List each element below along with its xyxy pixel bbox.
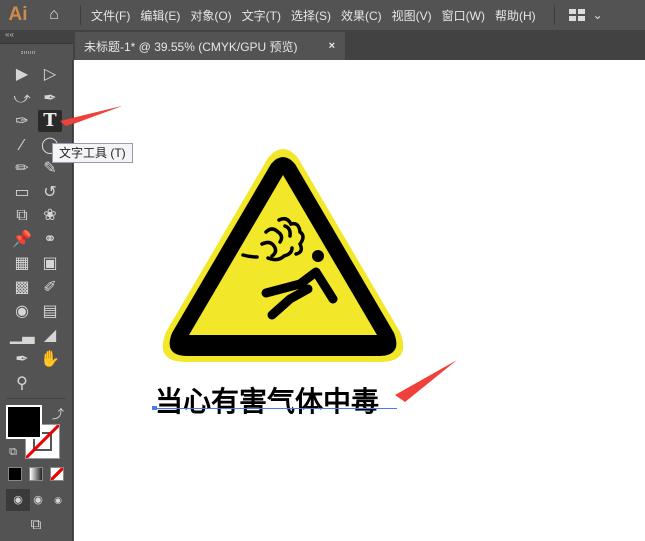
symbol-sprayer-tool-icon[interactable]: ▤ — [38, 301, 62, 323]
red-arrow-text — [395, 360, 457, 402]
divider — [80, 5, 81, 25]
menu-effect[interactable]: 效果(C) — [341, 7, 392, 24]
lasso-tool-icon[interactable]: ⤻ — [10, 88, 34, 110]
hand-tool-icon[interactable]: ✋ — [38, 349, 62, 371]
menu-view[interactable]: 视图(V) — [392, 7, 442, 24]
eyedropper-tool-icon[interactable]: ✐ — [38, 277, 62, 299]
curvature-tool-icon[interactable]: ✑ — [10, 111, 34, 133]
divider — [553, 5, 555, 25]
type-tool-tooltip: 文字工具 (T) — [52, 143, 133, 163]
swap-colors-icon[interactable]: ⤴ — [46, 403, 70, 425]
sign-caption-text[interactable]: 当心有害气体中毒 — [155, 380, 379, 420]
free-transform-tool-icon[interactable]: ⚭ — [38, 229, 62, 251]
menu-edit[interactable]: 编辑(E) — [140, 7, 190, 24]
default-colors-icon[interactable]: ⧉ — [1, 441, 25, 463]
scale-tool-icon[interactable]: ⧉ — [10, 205, 34, 227]
slice-tool-icon[interactable]: ✒ — [10, 349, 34, 371]
perspective-grid-tool-icon[interactable]: ▦ — [10, 253, 34, 275]
warp-tool-icon[interactable]: ❀ — [38, 205, 62, 227]
color-mode-button[interactable] — [8, 467, 22, 481]
draw-inside-icon[interactable]: ◉ — [46, 489, 70, 511]
zoom-tool-icon[interactable]: ⚲ — [10, 373, 34, 395]
fill-swatch[interactable] — [6, 405, 42, 439]
toolbar-grip[interactable] — [0, 43, 73, 60]
paintbrush-tool-icon[interactable]: ✏ — [10, 158, 34, 180]
eraser-tool-icon[interactable]: ▭ — [10, 182, 34, 204]
artboard-canvas[interactable] — [74, 60, 645, 541]
menu-file[interactable]: 文件(F) — [91, 7, 140, 24]
document-tab-bar: 未标题-1* @ 39.55% (CMYK/GPU 预览) × — [0, 30, 645, 60]
document-tab-title: 未标题-1* @ 39.55% (CMYK/GPU 预览) — [84, 39, 298, 54]
text-baseline — [153, 408, 397, 409]
home-icon[interactable]: ⌂ — [36, 6, 72, 24]
text-anchor-point — [152, 406, 157, 410]
menu-window[interactable]: 窗口(W) — [442, 7, 495, 24]
workspace-icon — [568, 9, 585, 21]
warning-sign — [74, 106, 457, 402]
close-icon[interactable]: × — [329, 40, 335, 52]
workspace-switcher[interactable]: ⌄ — [568, 8, 603, 22]
selection-tool-icon[interactable]: ▶ — [10, 64, 34, 86]
puppet-warp-tool-icon[interactable]: 📌 — [10, 229, 34, 251]
app-logo: Ai — [8, 4, 28, 25]
line-tool-icon[interactable]: ∕ — [10, 135, 34, 157]
direct-selection-tool-icon[interactable]: ▷ — [38, 64, 62, 86]
screen-mode-icon[interactable]: ⧉ — [24, 514, 48, 536]
rotate-tool-icon[interactable]: ↺ — [38, 182, 62, 204]
mesh-tool-icon[interactable]: ▣ — [38, 253, 62, 275]
menu-bar: Ai ⌂ 文件(F) 编辑(E) 对象(O) 文字(T) 选择(S) 效果(C)… — [0, 0, 645, 30]
menu-help[interactable]: 帮助(H) — [495, 7, 546, 24]
divider — [6, 398, 66, 399]
none-mode-button[interactable] — [50, 467, 64, 481]
chevron-down-icon: ⌄ — [592, 8, 603, 22]
document-tab[interactable]: 未标题-1* @ 39.55% (CMYK/GPU 预览) × — [75, 32, 345, 60]
gradient-mode-button[interactable] — [29, 467, 43, 481]
graph-tool-icon[interactable]: ▁▃ — [10, 325, 35, 347]
gradient-tool-icon[interactable]: ▩ — [10, 277, 34, 299]
figure-head-icon — [312, 250, 324, 262]
tools-panel: ▶ ▷ ⤻ ✒ ✑ T ∕ ◯ ✏ ✎ ▭ ↺ ⧉ ❀ 📌 ⚭ ▦ ▣ ▩ ✐ … — [0, 60, 73, 541]
blend-tool-icon[interactable]: ◉ — [10, 301, 34, 323]
collapse-panel-button[interactable]: «« — [0, 30, 73, 43]
menu-select[interactable]: 选择(S) — [291, 7, 341, 24]
artboard-tool-icon[interactable]: ◢ — [38, 325, 62, 347]
menu-type[interactable]: 文字(T) — [242, 7, 291, 24]
menu-object[interactable]: 对象(O) — [190, 7, 241, 24]
red-arrow-overlay — [60, 106, 122, 126]
